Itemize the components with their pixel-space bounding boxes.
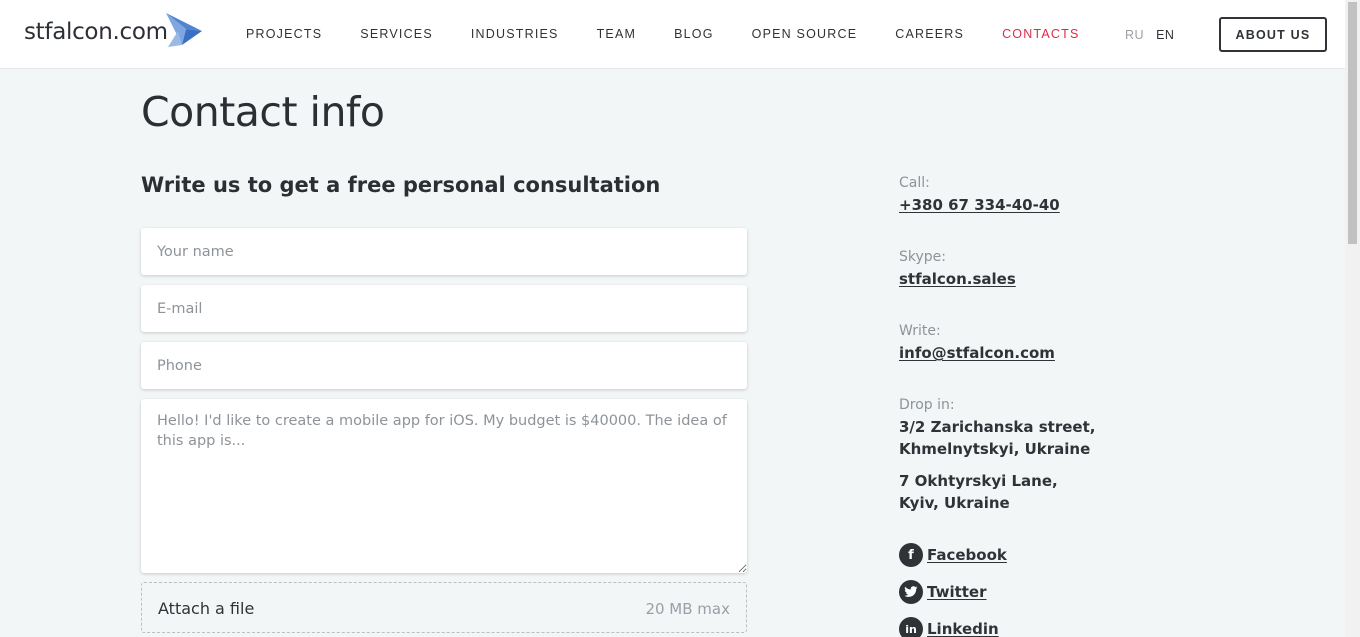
main-nav: PROJECTS SERVICES INDUSTRIES TEAM BLOG O… xyxy=(246,27,1118,45)
name-input[interactable] xyxy=(141,228,747,275)
address-block: Drop in: 3/2 Zarichanska street, Khmelny… xyxy=(899,396,1095,460)
linkedin-link[interactable]: Linkedin xyxy=(927,620,999,637)
logo[interactable]: stfalcon.com xyxy=(24,12,202,52)
logo-text: stfalcon.com xyxy=(24,19,168,45)
attach-size-limit: 20 MB max xyxy=(645,600,730,618)
message-textarea[interactable] xyxy=(141,399,747,573)
email-link[interactable]: info@stfalcon.com xyxy=(899,342,1055,364)
falcon-logo-icon xyxy=(166,13,202,47)
nav-projects[interactable]: PROJECTS xyxy=(246,27,322,45)
address-2-block: 7 Okhtyrskyi Lane, Kyiv, Ukraine xyxy=(899,470,1058,514)
nav-team[interactable]: TEAM xyxy=(597,27,637,45)
skype-link[interactable]: stfalcon.sales xyxy=(899,268,1016,290)
skype-block: Skype: stfalcon.sales xyxy=(899,248,1016,290)
about-us-button[interactable]: ABOUT US xyxy=(1219,17,1327,52)
nav-blog[interactable]: BLOG xyxy=(674,27,714,45)
address-2-line-2: Kyiv, Ukraine xyxy=(899,494,1010,512)
skype-label: Skype: xyxy=(899,249,946,265)
write-label: Write: xyxy=(899,323,941,339)
linkedin-icon[interactable]: in xyxy=(899,617,923,637)
address-1-line-1: 3/2 Zarichanska street, xyxy=(899,418,1096,436)
call-label: Call: xyxy=(899,175,930,191)
lang-ru[interactable]: RU xyxy=(1125,28,1144,42)
phone-link[interactable]: +380 67 334-40-40 xyxy=(899,194,1060,216)
site-header: stfalcon.com PROJECTS SERVICES INDUSTRIE… xyxy=(0,0,1345,69)
nav-industries[interactable]: INDUSTRIES xyxy=(471,27,559,45)
address-2-line-1: 7 Okhtyrskyi Lane, xyxy=(899,472,1058,490)
attach-file-label: Attach a file xyxy=(158,599,255,618)
phone-input[interactable] xyxy=(141,342,747,389)
page-title: Contact info xyxy=(141,88,385,136)
nav-contacts[interactable]: CONTACTS xyxy=(1002,27,1079,45)
twitter-link[interactable]: Twitter xyxy=(927,583,987,601)
facebook-item: f Facebook xyxy=(899,543,1007,567)
page-scrollbar[interactable] xyxy=(1345,0,1360,637)
call-block: Call: +380 67 334-40-40 xyxy=(899,174,1060,216)
twitter-icon[interactable] xyxy=(899,580,923,604)
linkedin-item: in Linkedin xyxy=(899,617,999,637)
language-switcher: RU EN xyxy=(1125,28,1186,42)
nav-services[interactable]: SERVICES xyxy=(360,27,433,45)
email-block: Write: info@stfalcon.com xyxy=(899,322,1055,364)
attach-file-dropzone[interactable]: Attach a file 20 MB max xyxy=(141,582,747,633)
facebook-icon[interactable]: f xyxy=(899,543,923,567)
scrollbar-thumb[interactable] xyxy=(1348,2,1357,244)
email-input[interactable] xyxy=(141,285,747,332)
form-subtitle: Write us to get a free personal consulta… xyxy=(141,173,661,197)
drop-in-label: Drop in: xyxy=(899,397,955,413)
lang-en[interactable]: EN xyxy=(1156,28,1174,42)
address-1-line-2: Khmelnytskyi, Ukraine xyxy=(899,440,1091,458)
facebook-link[interactable]: Facebook xyxy=(927,546,1007,564)
nav-careers[interactable]: CAREERS xyxy=(895,27,964,45)
nav-open-source[interactable]: OPEN SOURCE xyxy=(752,27,858,45)
twitter-item: Twitter xyxy=(899,580,987,604)
